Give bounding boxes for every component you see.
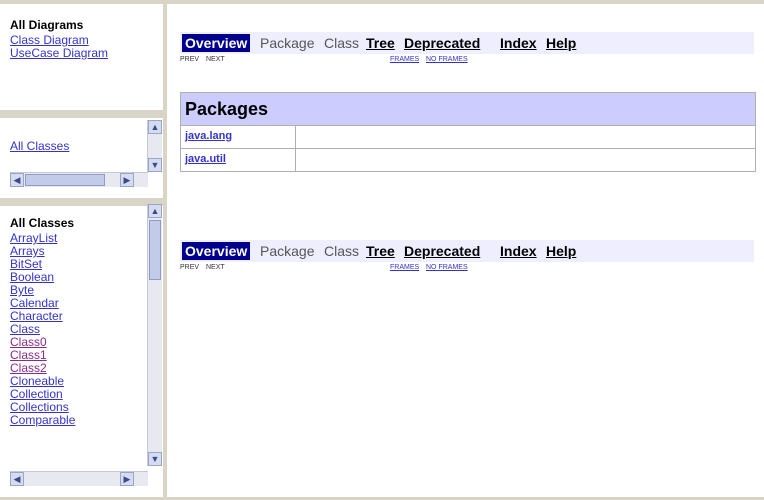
nav-tree[interactable]: Tree (366, 34, 395, 52)
nav-overview: Overview (182, 242, 251, 260)
nav-index[interactable]: Index (500, 242, 537, 260)
diagrams-frame: All Diagrams Class Diagram UseCase Diagr… (10, 18, 165, 114)
prev-label: PREV (180, 264, 200, 271)
scroll-down-icon[interactable]: ▼ (148, 158, 162, 172)
package-cell: java.lang (181, 126, 296, 148)
left-frames: All Diagrams Class Diagram UseCase Diagr… (0, 4, 166, 497)
vertical-scrollbar[interactable]: ▲ ▼ (147, 204, 162, 466)
frames-link[interactable]: FRAMES (390, 264, 419, 271)
scroll-down-icon[interactable]: ▼ (148, 452, 162, 466)
prev-label: PREV (180, 56, 200, 63)
nav-index[interactable]: Index (500, 34, 537, 52)
scroll-left-icon[interactable]: ◀ (10, 472, 24, 486)
scroll-up-icon[interactable]: ▲ (148, 120, 162, 134)
horizontal-scrollbar[interactable]: ◀ ▶ (10, 172, 148, 187)
package-link-java-lang[interactable]: java.lang (185, 130, 232, 142)
nav-package: Package (260, 35, 315, 51)
scroll-right-icon[interactable]: ▶ (120, 173, 134, 187)
frame-splitter[interactable] (163, 4, 167, 497)
table-row: java.lang (181, 126, 755, 149)
bottom-subnav: PREV NEXT FRAMES NO FRAMES (180, 262, 754, 276)
no-frames-link[interactable]: NO FRAMES (426, 264, 468, 271)
no-frames-link[interactable]: NO FRAMES (426, 56, 468, 63)
packages-header: Packages (181, 93, 755, 126)
class-list-frame: All Classes ArrayList Arrays BitSet Boolean… (10, 204, 164, 497)
nav-deprecated[interactable]: Deprecated (404, 34, 480, 52)
horizontal-scroll-thumb[interactable] (25, 174, 105, 186)
class-list-title: All Classes (10, 216, 75, 230)
nav-overview: Overview (182, 34, 251, 52)
bottom-navbar: Overview Package Class Tree Deprecated I… (180, 240, 754, 262)
frame-divider-2[interactable] (0, 198, 166, 206)
package-cell: java.util (181, 149, 296, 171)
scroll-up-icon[interactable]: ▲ (148, 204, 162, 218)
frame-divider-1[interactable] (0, 110, 166, 118)
nav-help[interactable]: Help (546, 242, 576, 260)
nav-help[interactable]: Help (546, 34, 576, 52)
class-list: ArrayList Arrays BitSet Boolean Byte Calendar… (10, 232, 164, 427)
packages-table: Packages java.lang java.util (180, 92, 756, 172)
all-classes-frame: All Classes ▲ ▼ ◀ ▶ (10, 120, 164, 208)
package-link-java-util[interactable]: java.util (185, 153, 226, 165)
top-navbar: Overview Package Class Tree Deprecated I… (180, 32, 754, 54)
usecase-diagram-link[interactable]: UseCase Diagram (10, 47, 164, 60)
nav-class: Class (324, 35, 360, 51)
table-row: java.util (181, 149, 755, 171)
next-label: NEXT (206, 264, 225, 271)
nav-tree[interactable]: Tree (366, 242, 395, 260)
scroll-right-icon[interactable]: ▶ (120, 472, 134, 486)
vertical-scrollbar[interactable]: ▲ ▼ (147, 120, 162, 172)
class-link[interactable]: Comparable (10, 414, 164, 427)
all-classes-link[interactable]: All Classes (10, 140, 69, 153)
nav-package: Package (260, 243, 315, 259)
overview-frame: Overview Package Class Tree Deprecated I… (172, 14, 762, 497)
scroll-left-icon[interactable]: ◀ (10, 173, 24, 187)
nav-deprecated[interactable]: Deprecated (404, 242, 480, 260)
vertical-scroll-thumb[interactable] (149, 220, 161, 280)
diagrams-title: All Diagrams (10, 18, 84, 32)
horizontal-scrollbar[interactable]: ◀ ▶ (10, 471, 148, 486)
nav-class: Class (324, 243, 360, 259)
frames-link[interactable]: FRAMES (390, 56, 419, 63)
top-subnav: PREV NEXT FRAMES NO FRAMES (180, 54, 762, 68)
next-label: NEXT (206, 56, 225, 63)
packages-title: Packages (185, 99, 269, 119)
